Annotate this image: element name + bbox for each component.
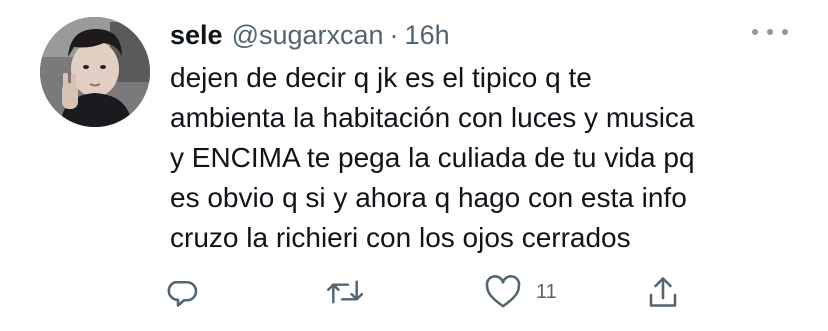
tweet-header: sele @sugarxcan · 16h <box>170 17 450 53</box>
tweet-text-line: cruzo la richieri con los ojos cerrados <box>170 222 631 253</box>
share-button[interactable] <box>646 270 680 314</box>
retweet-button[interactable] <box>326 270 364 314</box>
avatar[interactable] <box>40 17 150 127</box>
heart-icon <box>485 275 521 308</box>
tweet-text-line: es obvio q si y ahora q hago con esta in… <box>170 182 687 213</box>
retweet-icon <box>326 280 364 304</box>
like-count: 11 <box>536 280 557 303</box>
tweet[interactable]: sele @sugarxcan · 16h dejen de decir q j… <box>0 0 828 331</box>
like-button[interactable]: 11 <box>484 270 557 314</box>
tweet-text-line: y ENCIMA te pega la culiada de tu vida p… <box>170 142 695 173</box>
tweet-text-line: dejen de decir q jk es el tipico q te <box>170 62 592 93</box>
separator-dot: · <box>389 20 399 50</box>
reply-button[interactable] <box>166 270 202 314</box>
share-icon <box>649 277 677 307</box>
timestamp[interactable]: 16h <box>405 17 450 53</box>
more-dot <box>767 29 773 35</box>
display-name[interactable]: sele <box>170 17 223 53</box>
tweet-text-line: ambienta la habitación con luces y music… <box>170 102 695 133</box>
avatar-image <box>40 17 150 127</box>
reply-icon <box>167 280 198 307</box>
more-dot <box>752 29 758 35</box>
user-handle[interactable]: @sugarxcan <box>232 17 384 53</box>
action-bar: 11 <box>0 270 828 314</box>
more-dot <box>782 29 788 35</box>
tweet-text: dejen de decir q jk es el tipico q te am… <box>170 58 790 258</box>
more-options-icon[interactable] <box>752 22 788 42</box>
